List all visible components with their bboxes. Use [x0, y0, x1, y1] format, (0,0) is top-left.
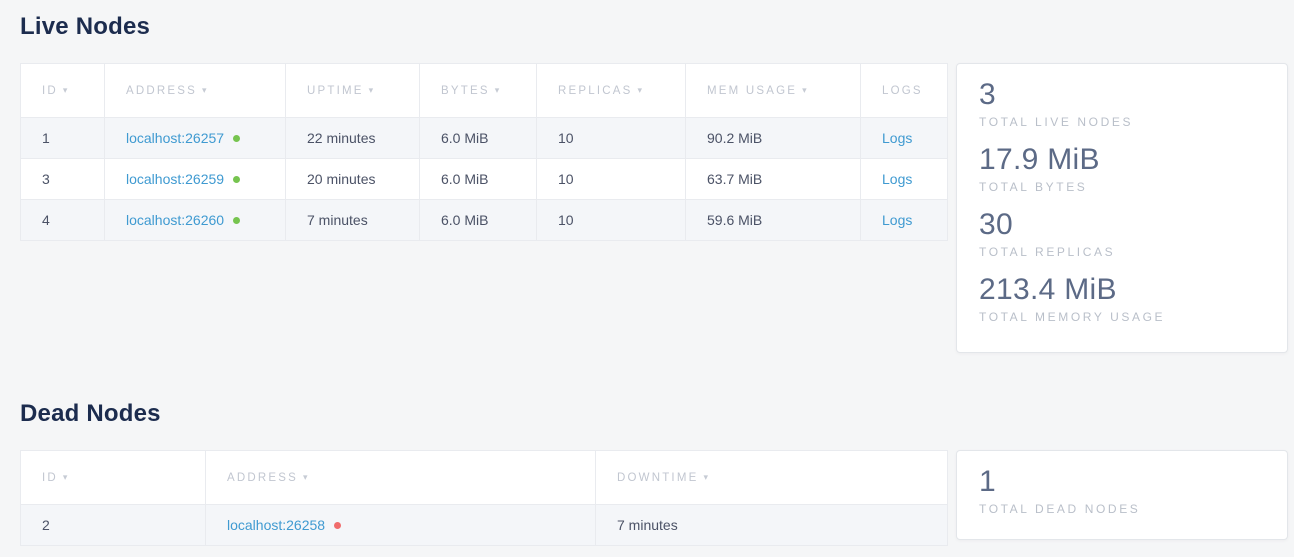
dead-status-dot-icon	[334, 522, 341, 529]
column-header-label: MEM USAGE	[707, 85, 797, 97]
column-header-id[interactable]: ID ▾	[21, 64, 105, 118]
live-status-dot-icon	[233, 135, 240, 142]
sort-arrow-icon: ▾	[703, 472, 710, 482]
live-nodes-row: ID ▾ ADDRESS ▾ UPTIME ▾ BYTES ▾ REPLICAS ▾	[20, 63, 1287, 353]
cell-node-id: 2	[21, 505, 206, 546]
summary-stat: 213.4 MiB TOTAL MEMORY USAGE	[979, 272, 1265, 324]
cell-uptime: 22 minutes	[286, 118, 420, 159]
page-content: Live Nodes ID ▾ ADDRESS ▾	[0, 0, 1294, 546]
logs-link[interactable]: Logs	[882, 171, 912, 187]
node-address-link[interactable]: localhost:26258	[227, 517, 325, 533]
column-header-logs: LOGS	[861, 64, 948, 118]
cell-replicas: 10	[537, 159, 686, 200]
column-header-replicas[interactable]: REPLICAS ▾	[537, 64, 686, 118]
sort-arrow-icon: ▾	[202, 85, 209, 95]
live-nodes-title: Live Nodes	[20, 14, 1287, 40]
summary-stat: 30 TOTAL REPLICAS	[979, 207, 1265, 259]
column-header-bytes[interactable]: BYTES ▾	[420, 64, 537, 118]
live-status-dot-icon	[233, 217, 240, 224]
cell-bytes: 6.0 MiB	[420, 118, 537, 159]
table-row: 3 localhost:26259 20 minutes 6.0 MiB 10 …	[21, 159, 948, 200]
column-header-label: ADDRESS	[227, 472, 298, 484]
cell-bytes: 6.0 MiB	[420, 200, 537, 241]
column-header-address[interactable]: ADDRESS ▾	[206, 451, 596, 505]
cell-uptime: 20 minutes	[286, 159, 420, 200]
stat-label: TOTAL MEMORY USAGE	[979, 310, 1265, 324]
cell-node-address: localhost:26259	[105, 159, 286, 200]
dead-nodes-title: Dead Nodes	[20, 401, 1287, 427]
live-nodes-summary-card: 3 TOTAL LIVE NODES 17.9 MiB TOTAL BYTES …	[956, 63, 1288, 353]
summary-stat: 17.9 MiB TOTAL BYTES	[979, 142, 1265, 194]
cell-mem-usage: 59.6 MiB	[686, 200, 861, 241]
stat-label: TOTAL BYTES	[979, 180, 1265, 194]
logs-link[interactable]: Logs	[882, 212, 912, 228]
sort-arrow-icon: ▾	[63, 472, 70, 482]
column-header-downtime[interactable]: DOWNTIME ▾	[596, 451, 948, 505]
sort-arrow-icon: ▾	[63, 85, 70, 95]
cell-mem-usage: 90.2 MiB	[686, 118, 861, 159]
cell-uptime: 7 minutes	[286, 200, 420, 241]
column-header-label: ID	[42, 85, 58, 97]
stat-label: TOTAL LIVE NODES	[979, 115, 1265, 129]
stat-value: 30	[979, 207, 1265, 243]
nodes-overview-page: { "icons": { "sort_arrow": "▾" }, "color…	[0, 0, 1294, 557]
column-header-label: UPTIME	[307, 85, 364, 97]
column-header-label: DOWNTIME	[617, 472, 698, 484]
column-header-mem-usage[interactable]: MEM USAGE ▾	[686, 64, 861, 118]
table-row: 4 localhost:26260 7 minutes 6.0 MiB 10 5…	[21, 200, 948, 241]
cell-logs: Logs	[861, 118, 948, 159]
column-header-uptime[interactable]: UPTIME ▾	[286, 64, 420, 118]
cell-node-id: 4	[21, 200, 105, 241]
cell-node-address: localhost:26258	[206, 505, 596, 546]
cell-logs: Logs	[861, 159, 948, 200]
table-row: 2 localhost:26258 7 minutes	[21, 505, 948, 546]
sort-arrow-icon: ▾	[303, 472, 310, 482]
column-header-label: LOGS	[882, 85, 923, 97]
live-nodes-section: Live Nodes ID ▾ ADDRESS ▾	[20, 14, 1287, 353]
dead-nodes-summary-card: 1 TOTAL DEAD NODES	[956, 450, 1288, 540]
stat-value: 1	[979, 464, 1265, 500]
sort-arrow-icon: ▾	[495, 85, 502, 95]
dead-nodes-table: ID ▾ ADDRESS ▾ DOWNTIME ▾ 2 localhost:26258	[20, 450, 948, 546]
cell-replicas: 10	[537, 118, 686, 159]
sort-arrow-icon: ▾	[802, 85, 809, 95]
cell-bytes: 6.0 MiB	[420, 159, 537, 200]
node-address-link[interactable]: localhost:26257	[126, 130, 224, 146]
cell-node-id: 3	[21, 159, 105, 200]
sort-arrow-icon: ▾	[369, 85, 376, 95]
cell-downtime: 7 minutes	[596, 505, 948, 546]
dead-table-header-row: ID ▾ ADDRESS ▾ DOWNTIME ▾	[21, 451, 948, 505]
table-row: 1 localhost:26257 22 minutes 6.0 MiB 10 …	[21, 118, 948, 159]
stat-label: TOTAL DEAD NODES	[979, 502, 1265, 516]
node-address-link[interactable]: localhost:26259	[126, 171, 224, 187]
column-header-label: REPLICAS	[558, 85, 632, 97]
sort-arrow-icon: ▾	[637, 85, 644, 95]
stat-label: TOTAL REPLICAS	[979, 245, 1265, 259]
dead-nodes-section: Dead Nodes ID▾ ADDRESS▾ DOWNTI	[20, 401, 1287, 546]
dead-nodes-row: ID ▾ ADDRESS ▾ DOWNTIME ▾ 2 localhost:26258	[20, 450, 1287, 546]
stat-value: 213.4 MiB	[979, 272, 1265, 308]
cell-node-address: localhost:26257	[105, 118, 286, 159]
column-header-label: ADDRESS	[126, 85, 197, 97]
cell-replicas: 10	[537, 200, 686, 241]
stat-value: 17.9 MiB	[979, 142, 1265, 178]
cell-logs: Logs	[861, 200, 948, 241]
cell-node-id: 1	[21, 118, 105, 159]
cell-node-address: localhost:26260	[105, 200, 286, 241]
column-header-id[interactable]: ID ▾	[21, 451, 206, 505]
stat-value: 3	[979, 77, 1265, 113]
live-nodes-table: ID ▾ ADDRESS ▾ UPTIME ▾ BYTES ▾ REPLICAS ▾	[20, 63, 948, 241]
column-header-label: ID	[42, 472, 58, 484]
column-header-address[interactable]: ADDRESS ▾	[105, 64, 286, 118]
live-status-dot-icon	[233, 176, 240, 183]
node-address-link[interactable]: localhost:26260	[126, 212, 224, 228]
cell-mem-usage: 63.7 MiB	[686, 159, 861, 200]
column-header-label: BYTES	[441, 85, 490, 97]
live-table-header-row: ID ▾ ADDRESS ▾ UPTIME ▾ BYTES ▾ REPLICAS ▾	[21, 64, 948, 118]
summary-stat: 3 TOTAL LIVE NODES	[979, 77, 1265, 129]
logs-link[interactable]: Logs	[882, 130, 912, 146]
summary-stat: 1 TOTAL DEAD NODES	[979, 464, 1265, 516]
